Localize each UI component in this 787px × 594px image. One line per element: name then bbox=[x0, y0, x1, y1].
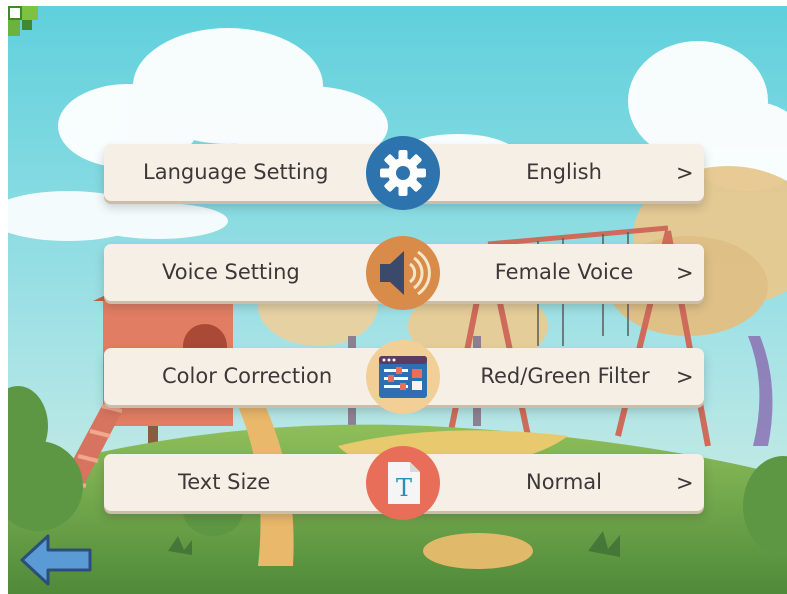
text-size-label: Text Size bbox=[178, 470, 271, 494]
speaker-icon bbox=[366, 236, 440, 310]
language-setting-label: Language Setting bbox=[143, 160, 329, 184]
voice-setting-value: Female Voice bbox=[494, 260, 634, 284]
color-correction-label: Color Correction bbox=[162, 364, 333, 388]
text-size-icon: T bbox=[366, 446, 440, 520]
back-arrow-icon bbox=[20, 534, 92, 586]
gear-icon bbox=[366, 136, 440, 210]
language-setting-row[interactable]: Language Setting English > bbox=[104, 136, 704, 210]
text-size-chevron-icon: > bbox=[676, 471, 694, 495]
filter-panel-icon bbox=[366, 340, 440, 414]
language-chevron-icon: > bbox=[676, 161, 694, 185]
app-logo-icon bbox=[8, 6, 38, 36]
back-button[interactable] bbox=[16, 530, 96, 590]
voice-setting-row[interactable]: Voice Setting Female Voice > bbox=[104, 236, 704, 310]
voice-setting-label: Voice Setting bbox=[162, 260, 300, 284]
settings-screen: Language Setting English > Voice Setting… bbox=[8, 6, 787, 594]
voice-chevron-icon: > bbox=[676, 261, 694, 285]
color-correction-chevron-icon: > bbox=[676, 365, 694, 389]
text-size-value: Normal bbox=[526, 470, 602, 494]
language-setting-value: English bbox=[526, 160, 602, 184]
text-size-row[interactable]: Text Size T Normal > bbox=[104, 446, 704, 520]
svg-text:T: T bbox=[396, 474, 412, 502]
color-correction-value: Red/Green Filter bbox=[480, 364, 650, 388]
color-correction-row[interactable]: Color Correction Red/Green Filter > bbox=[104, 340, 704, 414]
